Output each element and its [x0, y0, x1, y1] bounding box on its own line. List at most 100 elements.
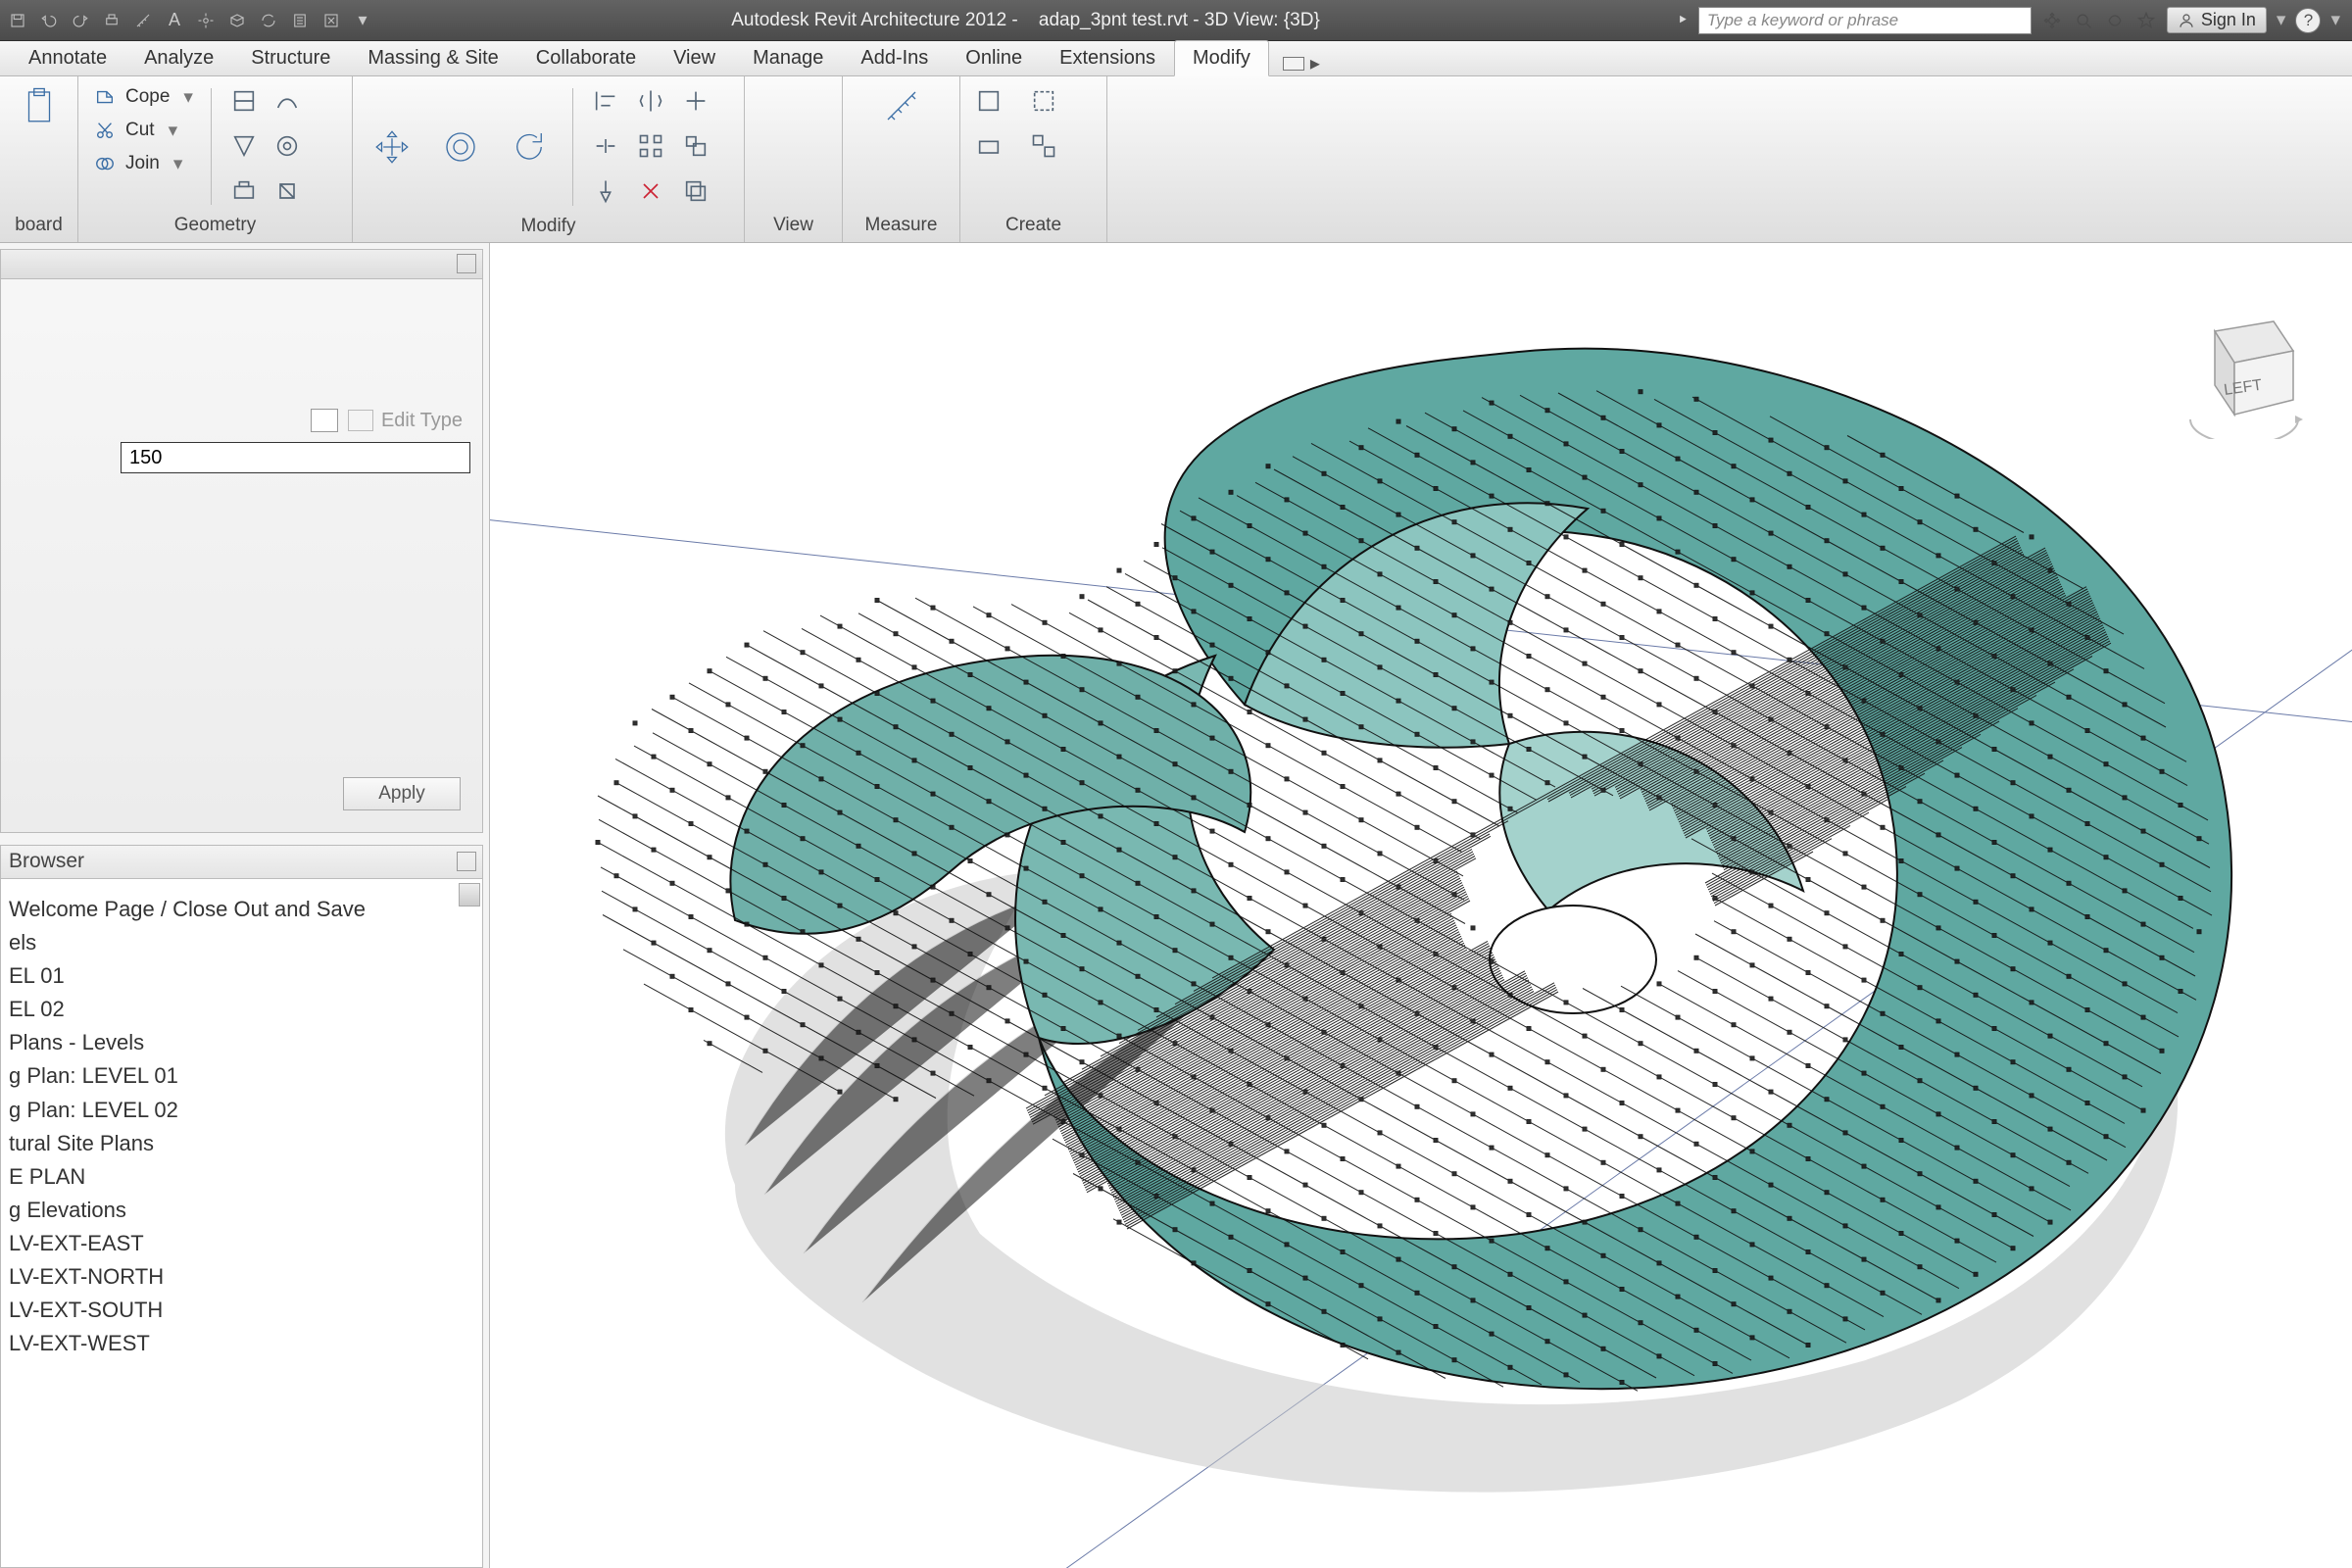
3d-viewport[interactable]: LEFT	[490, 243, 2352, 1568]
tree-item[interactable]: LV-EXT-NORTH	[9, 1260, 474, 1294]
tab-modify[interactable]: Modify	[1174, 40, 1269, 76]
exchange-icon[interactable]	[2104, 10, 2126, 31]
qat-text-icon[interactable]: A	[163, 9, 186, 32]
qat-close-icon[interactable]	[319, 9, 343, 32]
geom-tool-1[interactable]	[225, 82, 263, 120]
tree-item[interactable]: els	[9, 926, 474, 959]
copy-button[interactable]	[677, 172, 714, 210]
split-button[interactable]	[587, 127, 624, 165]
tab-annotate[interactable]: Annotate	[10, 40, 125, 75]
tab-massing-site[interactable]: Massing & Site	[349, 40, 516, 75]
tree-item[interactable]: LV-EXT-SOUTH	[9, 1294, 474, 1327]
tab-addins[interactable]: Add-Ins	[842, 40, 947, 75]
panel-measure-title: Measure	[853, 211, 950, 242]
ribbon: board Cope▾ Cut▾ Join▾	[0, 76, 2352, 243]
tree-item[interactable]: EL 01	[9, 959, 474, 993]
tree-item[interactable]: g Plan: LEVEL 01	[9, 1059, 474, 1093]
tree-item[interactable]: LV-EXT-EAST	[9, 1227, 474, 1260]
qat-sync-icon[interactable]	[257, 9, 280, 32]
help-dropdown-icon[interactable]: ▾	[2330, 9, 2340, 31]
tab-analyze[interactable]: Analyze	[125, 40, 232, 75]
measure-button[interactable]	[867, 82, 936, 211]
sign-in-label: Sign In	[2201, 10, 2256, 30]
browser-scrollbar[interactable]	[459, 883, 480, 906]
geom-tool-5[interactable]	[225, 172, 263, 210]
cut-button[interactable]: Cut▾	[88, 116, 197, 145]
delete-button[interactable]	[632, 172, 669, 210]
tab-structure[interactable]: Structure	[232, 40, 349, 75]
tree-item[interactable]: EL 02	[9, 993, 474, 1026]
tree-item[interactable]: Plans - Levels	[9, 1026, 474, 1059]
apply-button[interactable]: Apply	[343, 777, 461, 810]
geom-tool-6[interactable]	[269, 172, 306, 210]
qat-settings-icon[interactable]	[194, 9, 218, 32]
offset-icon	[437, 123, 484, 171]
tree-item[interactable]: Welcome Page / Close Out and Save	[9, 893, 474, 926]
project-browser-tree[interactable]: Welcome Page / Close Out and Save els EL…	[1, 879, 482, 1567]
tree-item[interactable]: E PLAN	[9, 1160, 474, 1194]
tab-manage[interactable]: Manage	[734, 40, 842, 75]
tree-item[interactable]: tural Site Plans	[9, 1127, 474, 1160]
align-button[interactable]	[587, 82, 624, 120]
properties-close-icon[interactable]	[457, 254, 476, 273]
paste-button[interactable]	[10, 82, 68, 211]
create-tool-1[interactable]	[970, 82, 1007, 120]
title-bar-right: ‣ Type a keyword or phrase Sign In ▾ ? ▾	[1677, 7, 2352, 34]
tab-view[interactable]: View	[655, 40, 734, 75]
create-tool-3[interactable]	[970, 127, 1007, 165]
info-caret-icon[interactable]: ‣	[1677, 8, 1689, 32]
left-column: Edit Type Apply Browser Welcome Page / C…	[0, 243, 490, 1568]
help-button[interactable]: ?	[2295, 8, 2321, 33]
project-browser-panel: Browser Welcome Page / Close Out and Sav…	[0, 845, 483, 1568]
tab-online[interactable]: Online	[947, 40, 1041, 75]
view-cube[interactable]: LEFT	[2176, 302, 2313, 439]
tree-item[interactable]: g Plan: LEVEL 02	[9, 1094, 474, 1127]
geom-tool-4[interactable]	[269, 127, 306, 165]
move-button[interactable]	[363, 123, 421, 171]
cope-button[interactable]: Cope▾	[88, 82, 197, 112]
subscription-icon[interactable]	[2073, 10, 2094, 31]
tree-item[interactable]: g Elevations	[9, 1194, 474, 1227]
scale-button[interactable]	[677, 127, 714, 165]
join-button[interactable]: Join▾	[88, 149, 197, 178]
qat-3d-icon[interactable]	[225, 9, 249, 32]
rotate-button[interactable]	[500, 123, 559, 171]
trim-button[interactable]	[677, 82, 714, 120]
qat-redo-icon[interactable]	[69, 9, 92, 32]
geom-tool-2[interactable]	[269, 82, 306, 120]
window-title: Autodesk Revit Architecture 2012 - adap_…	[374, 10, 1677, 31]
signin-dropdown-icon[interactable]: ▾	[2277, 9, 2286, 31]
project-browser-close-icon[interactable]	[457, 852, 476, 871]
mirror-button[interactable]	[632, 82, 669, 120]
tab-extensions[interactable]: Extensions	[1041, 40, 1174, 75]
search-placeholder: Type a keyword or phrase	[1707, 11, 1898, 30]
tab-context-icon[interactable]: ▸	[1283, 51, 1320, 75]
property-value-input[interactable]	[121, 442, 470, 473]
qat-dropdown-icon[interactable]: ▾	[351, 9, 374, 32]
favorite-icon[interactable]	[2135, 10, 2157, 31]
cut-label: Cut	[125, 120, 155, 141]
qat-measure-icon[interactable]	[131, 9, 155, 32]
create-tool-2[interactable]	[1025, 82, 1062, 120]
qat-print-icon[interactable]	[100, 9, 123, 32]
panel-view: View	[745, 76, 843, 242]
sign-in-button[interactable]: Sign In	[2167, 7, 2267, 33]
panel-create-title: Create	[970, 211, 1097, 242]
3d-model-canvas[interactable]	[490, 243, 2352, 1568]
edit-type-button[interactable]: Edit Type	[348, 410, 463, 432]
pin-button[interactable]	[587, 172, 624, 210]
create-tool-4[interactable]	[1025, 127, 1062, 165]
rotate-icon	[506, 123, 553, 171]
tree-item[interactable]: LV-EXT-WEST	[9, 1327, 474, 1360]
qat-undo-icon[interactable]	[37, 9, 61, 32]
search-box[interactable]: Type a keyword or phrase	[1698, 7, 2032, 34]
type-selector-dropdown[interactable]	[311, 409, 338, 432]
infocenter-search-icon[interactable]	[2041, 10, 2063, 31]
tab-collaborate[interactable]: Collaborate	[517, 40, 655, 75]
qat-sheet-icon[interactable]	[288, 9, 312, 32]
array-button[interactable]	[632, 127, 669, 165]
qat-save-icon[interactable]	[6, 9, 29, 32]
geom-tool-3[interactable]	[225, 127, 263, 165]
offset-button[interactable]	[431, 123, 490, 171]
modify-small-tools	[587, 82, 716, 212]
